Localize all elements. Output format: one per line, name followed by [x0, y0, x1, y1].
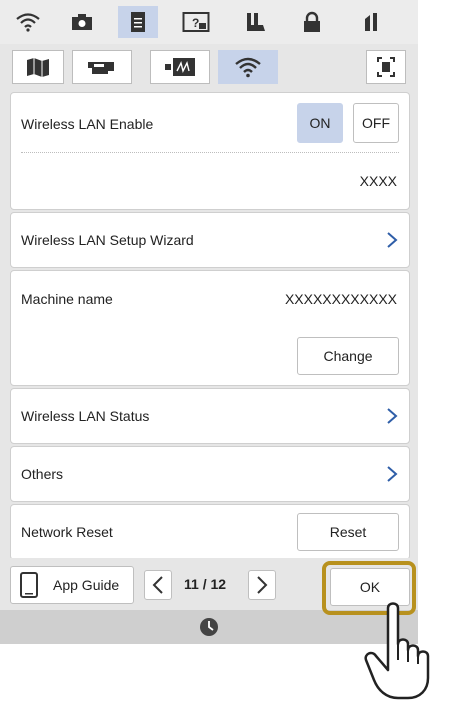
on-button[interactable]: ON [297, 103, 343, 143]
wifi-icon [16, 13, 40, 32]
map-icon [27, 58, 49, 77]
screen-icon [165, 58, 195, 76]
tab-needle[interactable] [236, 6, 276, 38]
lan-status-row[interactable]: Wireless LAN Status [10, 388, 410, 444]
prev-page-button[interactable] [144, 570, 172, 600]
network-reset-label: Network Reset [21, 524, 113, 540]
wifi-icon [235, 57, 261, 78]
machine-name-value: XXXXXXXXXXXX [284, 291, 397, 307]
document-icon [131, 12, 145, 32]
tab-lock[interactable] [292, 6, 332, 38]
subtab-wifi[interactable] [218, 50, 278, 84]
machine-icon [88, 62, 114, 74]
fullscreen-icon [377, 57, 395, 77]
app-guide-label: App Guide [53, 577, 120, 593]
subtab-fullscreen[interactable] [366, 50, 406, 84]
pointing-hand-icon [364, 602, 430, 700]
reset-button[interactable]: Reset [297, 513, 399, 551]
change-button[interactable]: Change [297, 337, 399, 375]
setup-wizard-row[interactable]: Wireless LAN Setup Wizard [10, 212, 410, 268]
others-label: Others [21, 466, 64, 482]
ssid-value: XXXX [359, 173, 397, 189]
lan-status-label: Wireless LAN Status [21, 408, 150, 424]
tab-camera[interactable] [62, 6, 102, 38]
tab-wifi[interactable] [8, 6, 48, 38]
page-indicator: 11 / 12 [184, 576, 227, 592]
wireless-lan-enable-label: Wireless LAN Enable [21, 116, 154, 132]
tab-document[interactable] [118, 6, 158, 38]
camera-icon [72, 14, 92, 30]
machine-name-panel: Machine name XXXXXXXXXXXX Change [10, 270, 410, 386]
app-guide-button[interactable]: App Guide [10, 566, 134, 604]
tab-sewing-foot[interactable] [352, 6, 392, 38]
device-screen: ? Wireless LAN Enable ON OFF XXXX Wirele… [0, 0, 418, 644]
needle-icon [247, 13, 265, 31]
setup-wizard-label: Wireless LAN Setup Wizard [21, 232, 194, 248]
next-page-button[interactable] [248, 570, 276, 600]
chevron-right-icon [257, 576, 268, 594]
chevron-right-icon [387, 408, 398, 424]
divider [21, 152, 399, 153]
subtab-map[interactable] [12, 50, 64, 84]
others-row[interactable]: Others [10, 446, 410, 502]
tablet-icon [20, 572, 38, 598]
svg-text:?: ? [192, 16, 199, 30]
top-tab-bar: ? [0, 0, 418, 44]
chevron-right-icon [387, 232, 398, 248]
sub-tab-bar [0, 44, 418, 92]
network-reset-row: Network Reset Reset [10, 504, 410, 560]
chevron-left-icon [152, 576, 163, 594]
help-icon: ? [182, 12, 210, 32]
off-button[interactable]: OFF [353, 103, 399, 143]
tab-help[interactable]: ? [176, 6, 216, 38]
subtab-machine[interactable] [72, 50, 132, 84]
lock-icon [304, 11, 320, 32]
machine-name-label: Machine name [21, 291, 113, 307]
chevron-right-icon [387, 466, 398, 482]
subtab-screen[interactable] [150, 50, 210, 84]
sewing-foot-icon [365, 13, 377, 31]
wireless-lan-enable-panel: Wireless LAN Enable ON OFF XXXX [10, 92, 410, 210]
clock-icon [200, 618, 218, 636]
